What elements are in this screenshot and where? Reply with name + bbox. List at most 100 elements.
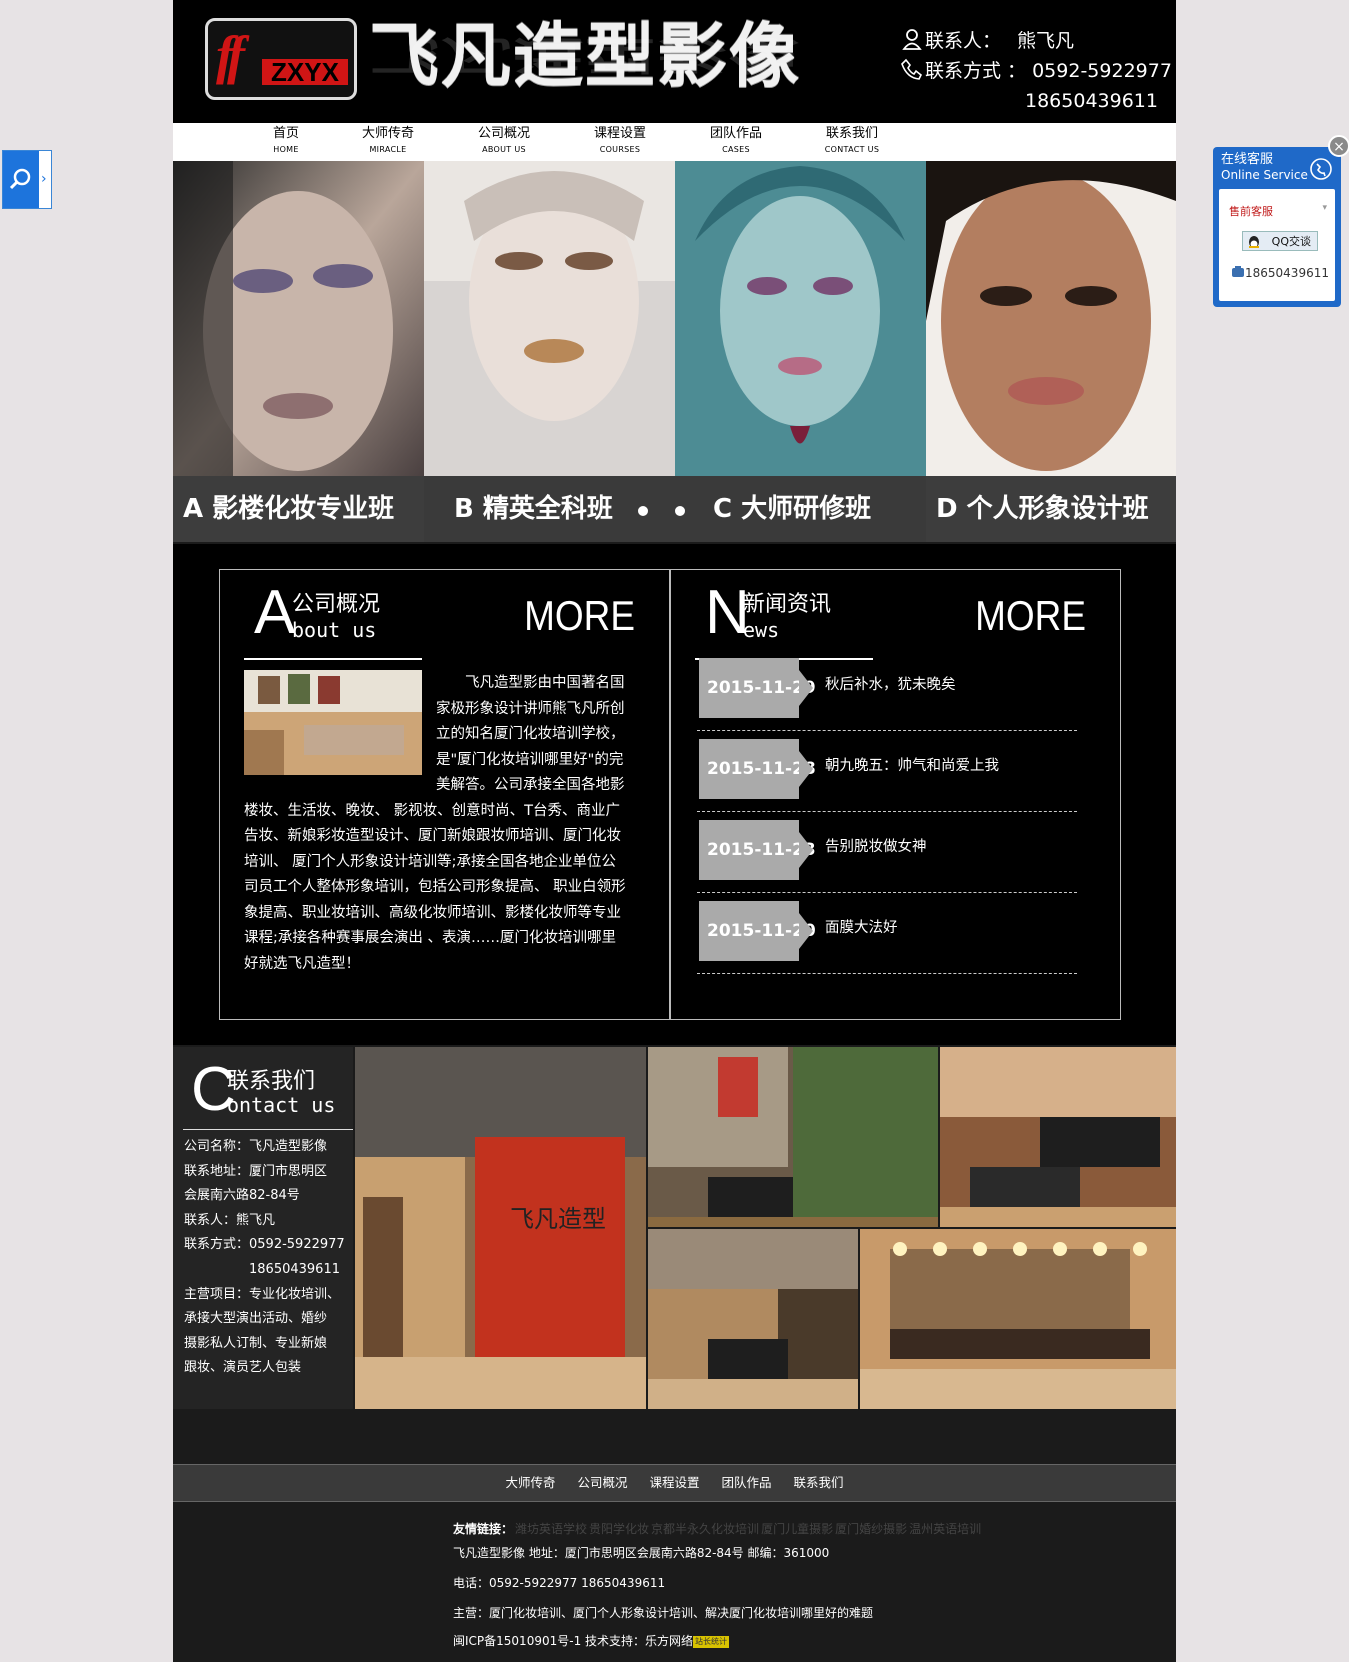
news-item[interactable]: 2015-11-23 告别脱妆做女神 (697, 812, 1077, 893)
news-date: 2015-11-23 (699, 820, 816, 880)
service-phone: 18650439611 (1231, 265, 1329, 280)
footer-nav-contact[interactable]: 联系我们 (794, 1465, 844, 1501)
news-item[interactable]: 2015-11-20 面膜大法好 (697, 893, 1077, 974)
close-icon[interactable]: × (1328, 135, 1349, 157)
contact-line: 联系方式：0592-5922977 (184, 1237, 345, 1253)
news-item[interactable]: 2015-11-28 朝九晚五：帅气和尚爱上我 (697, 731, 1077, 812)
nav-sublabel: CONTACT US (824, 145, 880, 154)
service-title: 在线客服 (1221, 152, 1274, 167)
side-search-tab[interactable]: › (2, 150, 52, 209)
contact-person: 熊飞凡 (1017, 30, 1075, 52)
phone-icon (901, 58, 923, 80)
footer-nav-courses[interactable]: 课程设置 (649, 1465, 699, 1501)
banner-face-a[interactable] (173, 161, 424, 476)
nav-sublabel: COURSES (599, 145, 641, 154)
about-heading: A 公司概况 bout us (244, 578, 422, 660)
qq-icon (1249, 236, 1259, 248)
friend-link[interactable]: 温州英语培训 (909, 1522, 981, 1536)
friend-link[interactable]: 贵阳学化妆 (589, 1522, 649, 1536)
footer-address: 飞凡造型影像 地址：厦门市思明区会展南六路82-84号 邮编：361000 (453, 1546, 830, 1560)
nav-courses[interactable]: 课程设置 COURSES (575, 125, 665, 157)
search-icon (9, 168, 31, 190)
content-section: A 公司概况 bout us MORE 飞凡造型影由中国著名国家极形象设计讲师熊… (173, 544, 1176, 1045)
class-a[interactable]: A 影楼化妆专业班 (173, 476, 424, 542)
wall-sign: 飞凡造型 (510, 1205, 606, 1233)
news-item-title[interactable]: 面膜大法好 (825, 915, 898, 941)
news-date: 2015-11-20 (699, 901, 816, 961)
nav-cases[interactable]: 团队作品 CASES (691, 125, 781, 157)
friend-link[interactable]: 厦门儿童摄影 (761, 1522, 833, 1536)
slider-dot[interactable] (675, 506, 685, 516)
contact-line: 主营项目：专业化妆培训、 (184, 1286, 341, 1302)
about-title-en: bout us (292, 618, 377, 642)
news-item-title[interactable]: 告别脱妆做女神 (825, 834, 927, 860)
site-header: ff ZXYX 飞凡造型影像 飞凡造型影像 联系人： 熊飞凡 联系方式 ： 059… (173, 0, 1176, 123)
news-arrow (799, 751, 813, 787)
banner-face-c[interactable] (675, 161, 926, 476)
brand-reflection: 飞凡造型影像 (369, 32, 801, 78)
service-group[interactable]: 售前客服 (1229, 203, 1273, 219)
friend-link[interactable]: 潍坊英语学校 (515, 1522, 587, 1536)
footer-business: 主营：厦门化妆培训、厦门个人形象设计培训、解决厦门化妆培训哪里好的难题 (453, 1606, 874, 1620)
contact-section: C 联系我们 ontact us 公司名称：飞凡造型影像 联系地址：厦门市思明区… (173, 1047, 1176, 1409)
news-item[interactable]: 2015-11-29 秋后补水，犹未晚矣 (697, 650, 1077, 731)
nav-about[interactable]: 公司概况 ABOUT US (459, 125, 549, 157)
footer-phone: 电话：0592-5922977 18650439611 (453, 1576, 666, 1590)
footer-nav-miracle[interactable]: 大师传奇 (505, 1465, 555, 1501)
logo-ff: ff (216, 25, 245, 85)
contact-info: 公司名称：飞凡造型影像 联系地址：厦门市思明区 会展南六路82-84号 联系人：… (184, 1135, 350, 1381)
footer-icp: 闽ICP备15010901号-1 技术支持：乐方网络 站长统计 (453, 1632, 730, 1649)
contact-line: 会展南六路82-84号 (184, 1188, 300, 1204)
nav-miracle[interactable]: 大师传奇 MIRACLE (343, 125, 433, 157)
search-icon-panel (3, 151, 39, 208)
news-date: 2015-11-29 (699, 658, 816, 718)
nav-label: 首页 (272, 126, 299, 141)
friend-links-label: 友情链接： (453, 1522, 514, 1536)
site-logo[interactable]: ff ZXYX (205, 18, 357, 100)
friend-link[interactable]: 厦门婚纱摄影 (835, 1522, 907, 1536)
nav-label: 大师传奇 (361, 126, 414, 141)
news-item-title[interactable]: 朝九晚五：帅气和尚爱上我 (825, 753, 999, 779)
about-letter: A (254, 578, 296, 647)
footer-nav-cases[interactable]: 团队作品 (722, 1465, 772, 1501)
footer-nav-about[interactable]: 公司概况 (577, 1465, 627, 1501)
news-item-title[interactable]: 秋后补水，犹未晚矣 (825, 672, 956, 698)
logo-zxyx: ZXYX (262, 59, 348, 85)
contact-panel: C 联系我们 ontact us 公司名称：飞凡造型影像 联系地址：厦门市思明区… (173, 1047, 353, 1409)
news-more-link[interactable]: MORE (975, 590, 1086, 642)
nav-sublabel: CASES (722, 145, 750, 154)
class-d[interactable]: D 个人形象设计班 (926, 476, 1176, 542)
footer-nav: 大师传奇 公司概况 课程设置 团队作品 联系我们 (173, 1464, 1176, 1502)
about-more-link[interactable]: MORE (524, 590, 635, 642)
studio-photo-lounge (648, 1047, 938, 1227)
contact-method-label: 联系方式 ： (925, 60, 1027, 82)
contact-heading: C 联系我们 ontact us (183, 1051, 353, 1130)
slider-dot[interactable] (638, 506, 648, 516)
class-b[interactable]: B 精英全科班 (444, 476, 654, 542)
nav-label: 联系我们 (825, 126, 878, 141)
news-arrow (799, 832, 813, 868)
contact-line: 公司名称：飞凡造型影像 (184, 1139, 328, 1154)
qq-chat-button[interactable]: QQ交谈 (1242, 231, 1318, 251)
stats-badge[interactable]: 站长统计 (693, 1635, 730, 1648)
nav-home[interactable]: 首页 HOME (241, 125, 331, 157)
contact-line: 跟妆、演员艺人包装 (184, 1360, 302, 1376)
contact-line: 联系人：熊飞凡 (184, 1212, 276, 1228)
nav-contact[interactable]: 联系我们 CONTACT US (807, 125, 897, 157)
nav-sublabel: MIRACLE (369, 145, 407, 154)
nav-label: 课程设置 (593, 126, 646, 141)
banner-face-d[interactable] (926, 161, 1176, 476)
header-phone-1: 0592-5922977 (1032, 60, 1172, 82)
main-nav: 首页 HOME 大师传奇 MIRACLE 公司概况 ABOUT US 课程设置 … (173, 123, 1176, 161)
studio-photo-makeup-station (860, 1229, 1176, 1409)
friend-link[interactable]: 京都半永久化妆培训 (651, 1522, 759, 1536)
service-phone-number: 18650439611 (1245, 266, 1329, 280)
banner-face-b[interactable] (424, 161, 675, 476)
news-box: N 新闻资讯 ews MORE 2015-11-29 秋后补水，犹未晚矣 201… (670, 569, 1121, 1020)
about-box: A 公司概况 bout us MORE 飞凡造型影由中国著名国家极形象设计讲师熊… (219, 569, 670, 1020)
news-arrow (799, 670, 813, 706)
chevron-down-icon: ▾ (1322, 203, 1327, 213)
studio-photo-wall: 飞凡造型 (355, 1047, 646, 1409)
class-c[interactable]: C 大师研修班 (703, 476, 926, 542)
contact-title-en: ontact us (227, 1093, 336, 1117)
